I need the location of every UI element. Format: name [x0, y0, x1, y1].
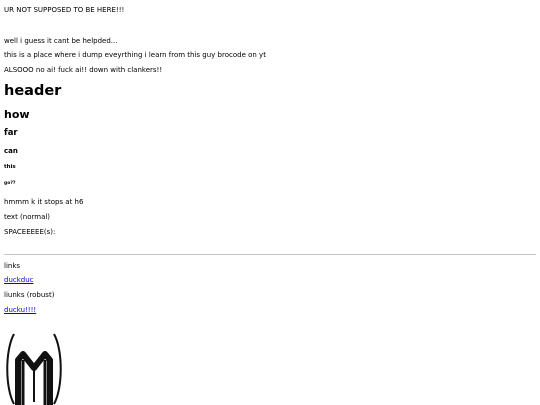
also-text: ALSOOO no ai! fuck ai!! down with clanke… [4, 66, 163, 74]
heading-5: this [4, 164, 16, 170]
heading-2: how [4, 108, 30, 121]
horizontal-rule [4, 254, 536, 255]
well-text: well i guess it cant be helpded... [4, 37, 118, 45]
heading-1: header [4, 83, 62, 99]
duckduc-link[interactable]: duckduc [4, 276, 34, 285]
ducku-link[interactable]: ducku!!!! [4, 306, 36, 315]
liunks-label: liunks (robust) [4, 291, 55, 299]
dump-text: this is a place where i dump eveyrthing … [4, 51, 266, 59]
m-logo-icon [2, 330, 66, 405]
normal-text: text (normal) [4, 213, 51, 221]
heading-4: can [4, 147, 18, 155]
spaces-text: SPACEEEEE(s): [4, 228, 56, 236]
heading-6: go?? [4, 181, 16, 186]
stops-at-h6-text: hmmm k it stops at h6 [4, 198, 84, 206]
heading-3: far [4, 128, 18, 138]
links-label: links [4, 262, 21, 270]
intro-text: UR NOT SUPPOSED TO BE HERE!!! [4, 6, 125, 14]
